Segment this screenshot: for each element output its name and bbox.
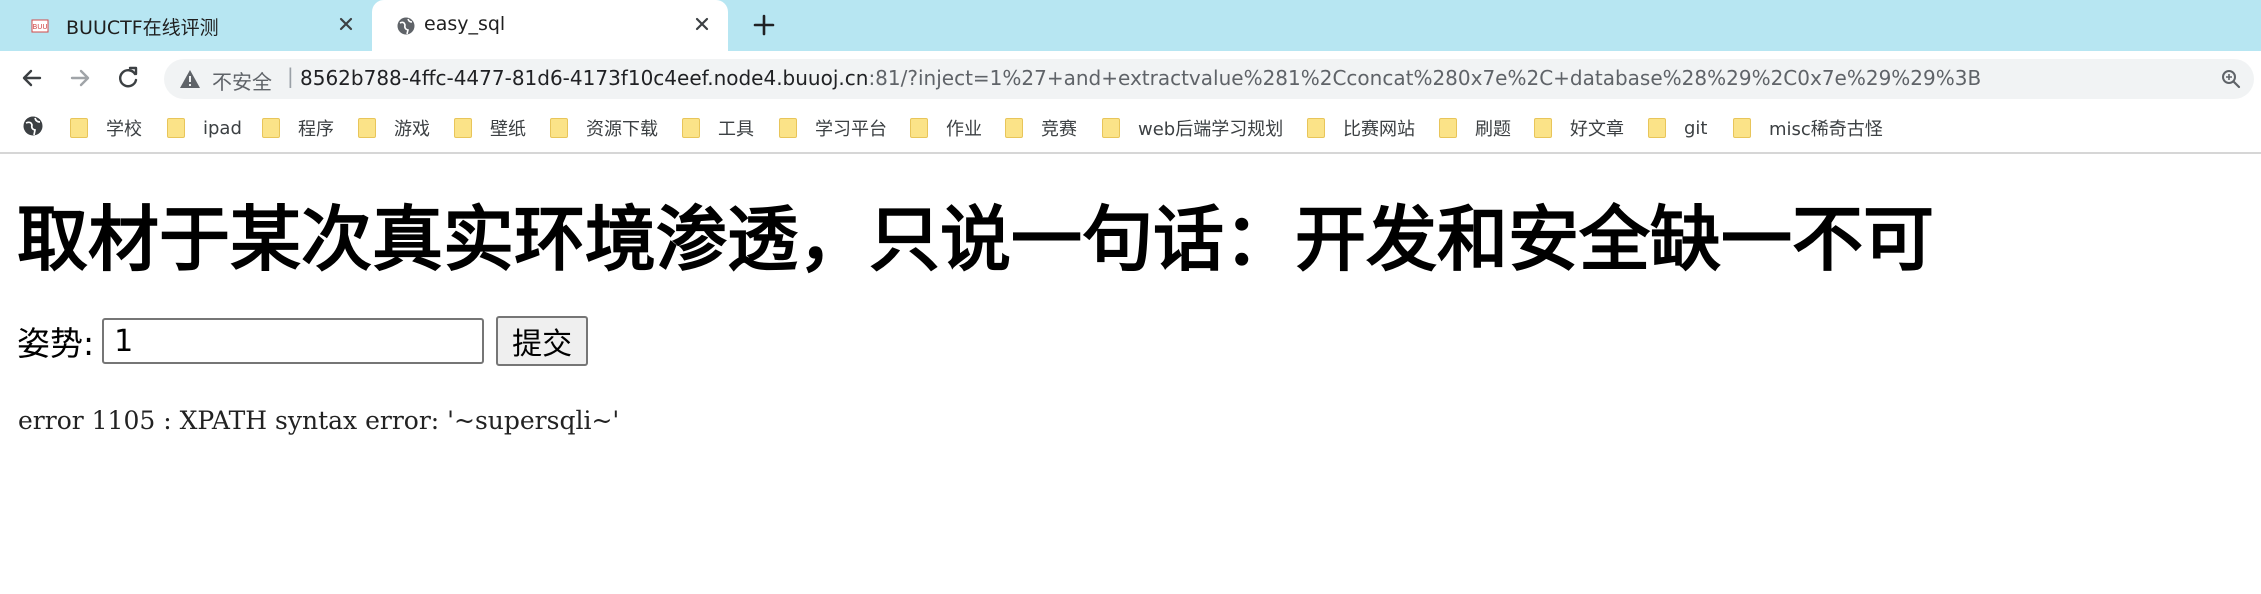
bookmark-label: 学习平台 (815, 119, 887, 140)
globe-icon (397, 17, 415, 35)
url-text[interactable]: 8562b788-4ffc-4477-81d6-4173f10c4eef.nod… (300, 66, 1981, 90)
forward-arrow-icon[interactable] (66, 64, 94, 92)
tab-title: easy_sql (424, 13, 506, 35)
bookmark-folder-git[interactable]: git (1648, 114, 1707, 142)
new-tab-plus-icon[interactable] (751, 12, 777, 38)
folder-icon (1005, 118, 1023, 138)
folder-icon (358, 118, 376, 138)
close-icon[interactable] (692, 14, 712, 34)
bookmark-folder-downloads[interactable]: 资源下载 (550, 114, 658, 142)
bookmark-folder-wallpaper[interactable]: 壁纸 (454, 114, 526, 142)
bookmark-label: 好文章 (1570, 119, 1624, 140)
bookmark-folder-school[interactable]: 学校 (70, 114, 142, 142)
address-separator: | (287, 64, 294, 88)
bookmark-label: 竞赛 (1041, 119, 1077, 140)
bookmark-label: 刷题 (1475, 119, 1511, 140)
globe-icon[interactable] (22, 115, 44, 137)
browser-toolbar: 不安全 | 8562b788-4ffc-4477-81d6-4173f10c4e… (0, 51, 2261, 106)
svg-text:BUU: BUU (32, 23, 47, 31)
bookmark-label: 工具 (718, 119, 754, 140)
folder-icon (1307, 118, 1325, 138)
bookmarks-bar: 学校 ipad 程序 游戏 壁纸 资源下载 工具 学习平台 作业 竞赛 web后… (0, 106, 2261, 154)
bookmark-folder-ipad[interactable]: ipad (167, 114, 242, 142)
error-message: error 1105 : XPATH syntax error: '~super… (18, 406, 620, 435)
folder-icon (1648, 118, 1666, 138)
bookmark-folder-programs[interactable]: 程序 (262, 114, 334, 142)
address-bar[interactable]: 不安全 | 8562b788-4ffc-4477-81d6-4173f10c4e… (164, 59, 2254, 99)
bookmark-label: 游戏 (394, 119, 430, 140)
folder-icon (550, 118, 568, 138)
bookmark-folder-articles[interactable]: 好文章 (1534, 114, 1624, 142)
folder-icon (1733, 118, 1751, 138)
close-icon[interactable] (336, 14, 356, 34)
folder-icon (454, 118, 472, 138)
folder-icon (1439, 118, 1457, 138)
warning-triangle-icon[interactable] (179, 68, 201, 90)
bookmark-label: misc稀奇古怪 (1769, 119, 1883, 140)
reload-icon[interactable] (114, 64, 142, 92)
folder-icon (779, 118, 797, 138)
bookmark-folder-learning[interactable]: 学习平台 (779, 114, 887, 142)
bookmark-label: 作业 (946, 119, 982, 140)
tab-strip: BUU BUUCTF在线评测 easy_sql (0, 0, 2261, 51)
bookmark-folder-homework[interactable]: 作业 (910, 114, 982, 142)
url-host: 8562b788-4ffc-4477-81d6-4173f10c4eef.nod… (300, 66, 869, 90)
bookmark-folder-web-backend[interactable]: web后端学习规划 (1102, 114, 1283, 142)
bookmark-folder-games[interactable]: 游戏 (358, 114, 430, 142)
tab-title: BUUCTF在线评测 (66, 17, 219, 39)
bookmark-folder-contests[interactable]: 竞赛 (1005, 114, 1077, 142)
bookmark-label: 程序 (298, 119, 334, 140)
bookmark-folder-misc[interactable]: misc稀奇古怪 (1733, 114, 1883, 142)
bookmark-label: 资源下载 (586, 119, 658, 140)
form-label: 姿势: (17, 324, 95, 363)
folder-icon (1534, 118, 1552, 138)
folder-icon (262, 118, 280, 138)
inject-form: 姿势: 提交 (17, 316, 589, 366)
folder-icon (167, 118, 185, 138)
page-heading: 取材于某次真实环境渗透，只说一句话：开发和安全缺一不可 (17, 198, 1935, 281)
folder-icon (70, 118, 88, 138)
bookmark-label: 比赛网站 (1343, 119, 1415, 140)
bookmark-label: 学校 (106, 119, 142, 140)
security-label[interactable]: 不安全 (212, 66, 272, 95)
buuctf-logo-icon: BUU (31, 19, 49, 33)
bookmark-folder-practice[interactable]: 刷题 (1439, 114, 1511, 142)
url-path: :81/?inject=1%27+and+extractvalue%281%2C… (868, 66, 1982, 90)
page-content: 取材于某次真实环境渗透，只说一句话：开发和安全缺一不可 姿势: 提交 error… (0, 156, 2261, 594)
zoom-magnifier-icon[interactable] (2220, 68, 2242, 90)
bookmark-label: web后端学习规划 (1138, 119, 1284, 140)
folder-icon (1102, 118, 1120, 138)
back-arrow-icon[interactable] (18, 64, 46, 92)
folder-icon (910, 118, 928, 138)
inject-input[interactable] (102, 318, 485, 364)
folder-icon (682, 118, 700, 138)
bookmark-label: ipad (203, 117, 242, 139)
tab-easy-sql[interactable]: easy_sql (372, 0, 728, 51)
bookmark-label: 壁纸 (490, 119, 526, 140)
submit-button[interactable]: 提交 (496, 316, 589, 366)
bookmark-label: git (1684, 117, 1708, 139)
bookmark-folder-competition-sites[interactable]: 比赛网站 (1307, 114, 1415, 142)
tab-buuctf[interactable]: BUU BUUCTF在线评测 (0, 0, 372, 51)
bookmark-folder-tools[interactable]: 工具 (682, 114, 754, 142)
